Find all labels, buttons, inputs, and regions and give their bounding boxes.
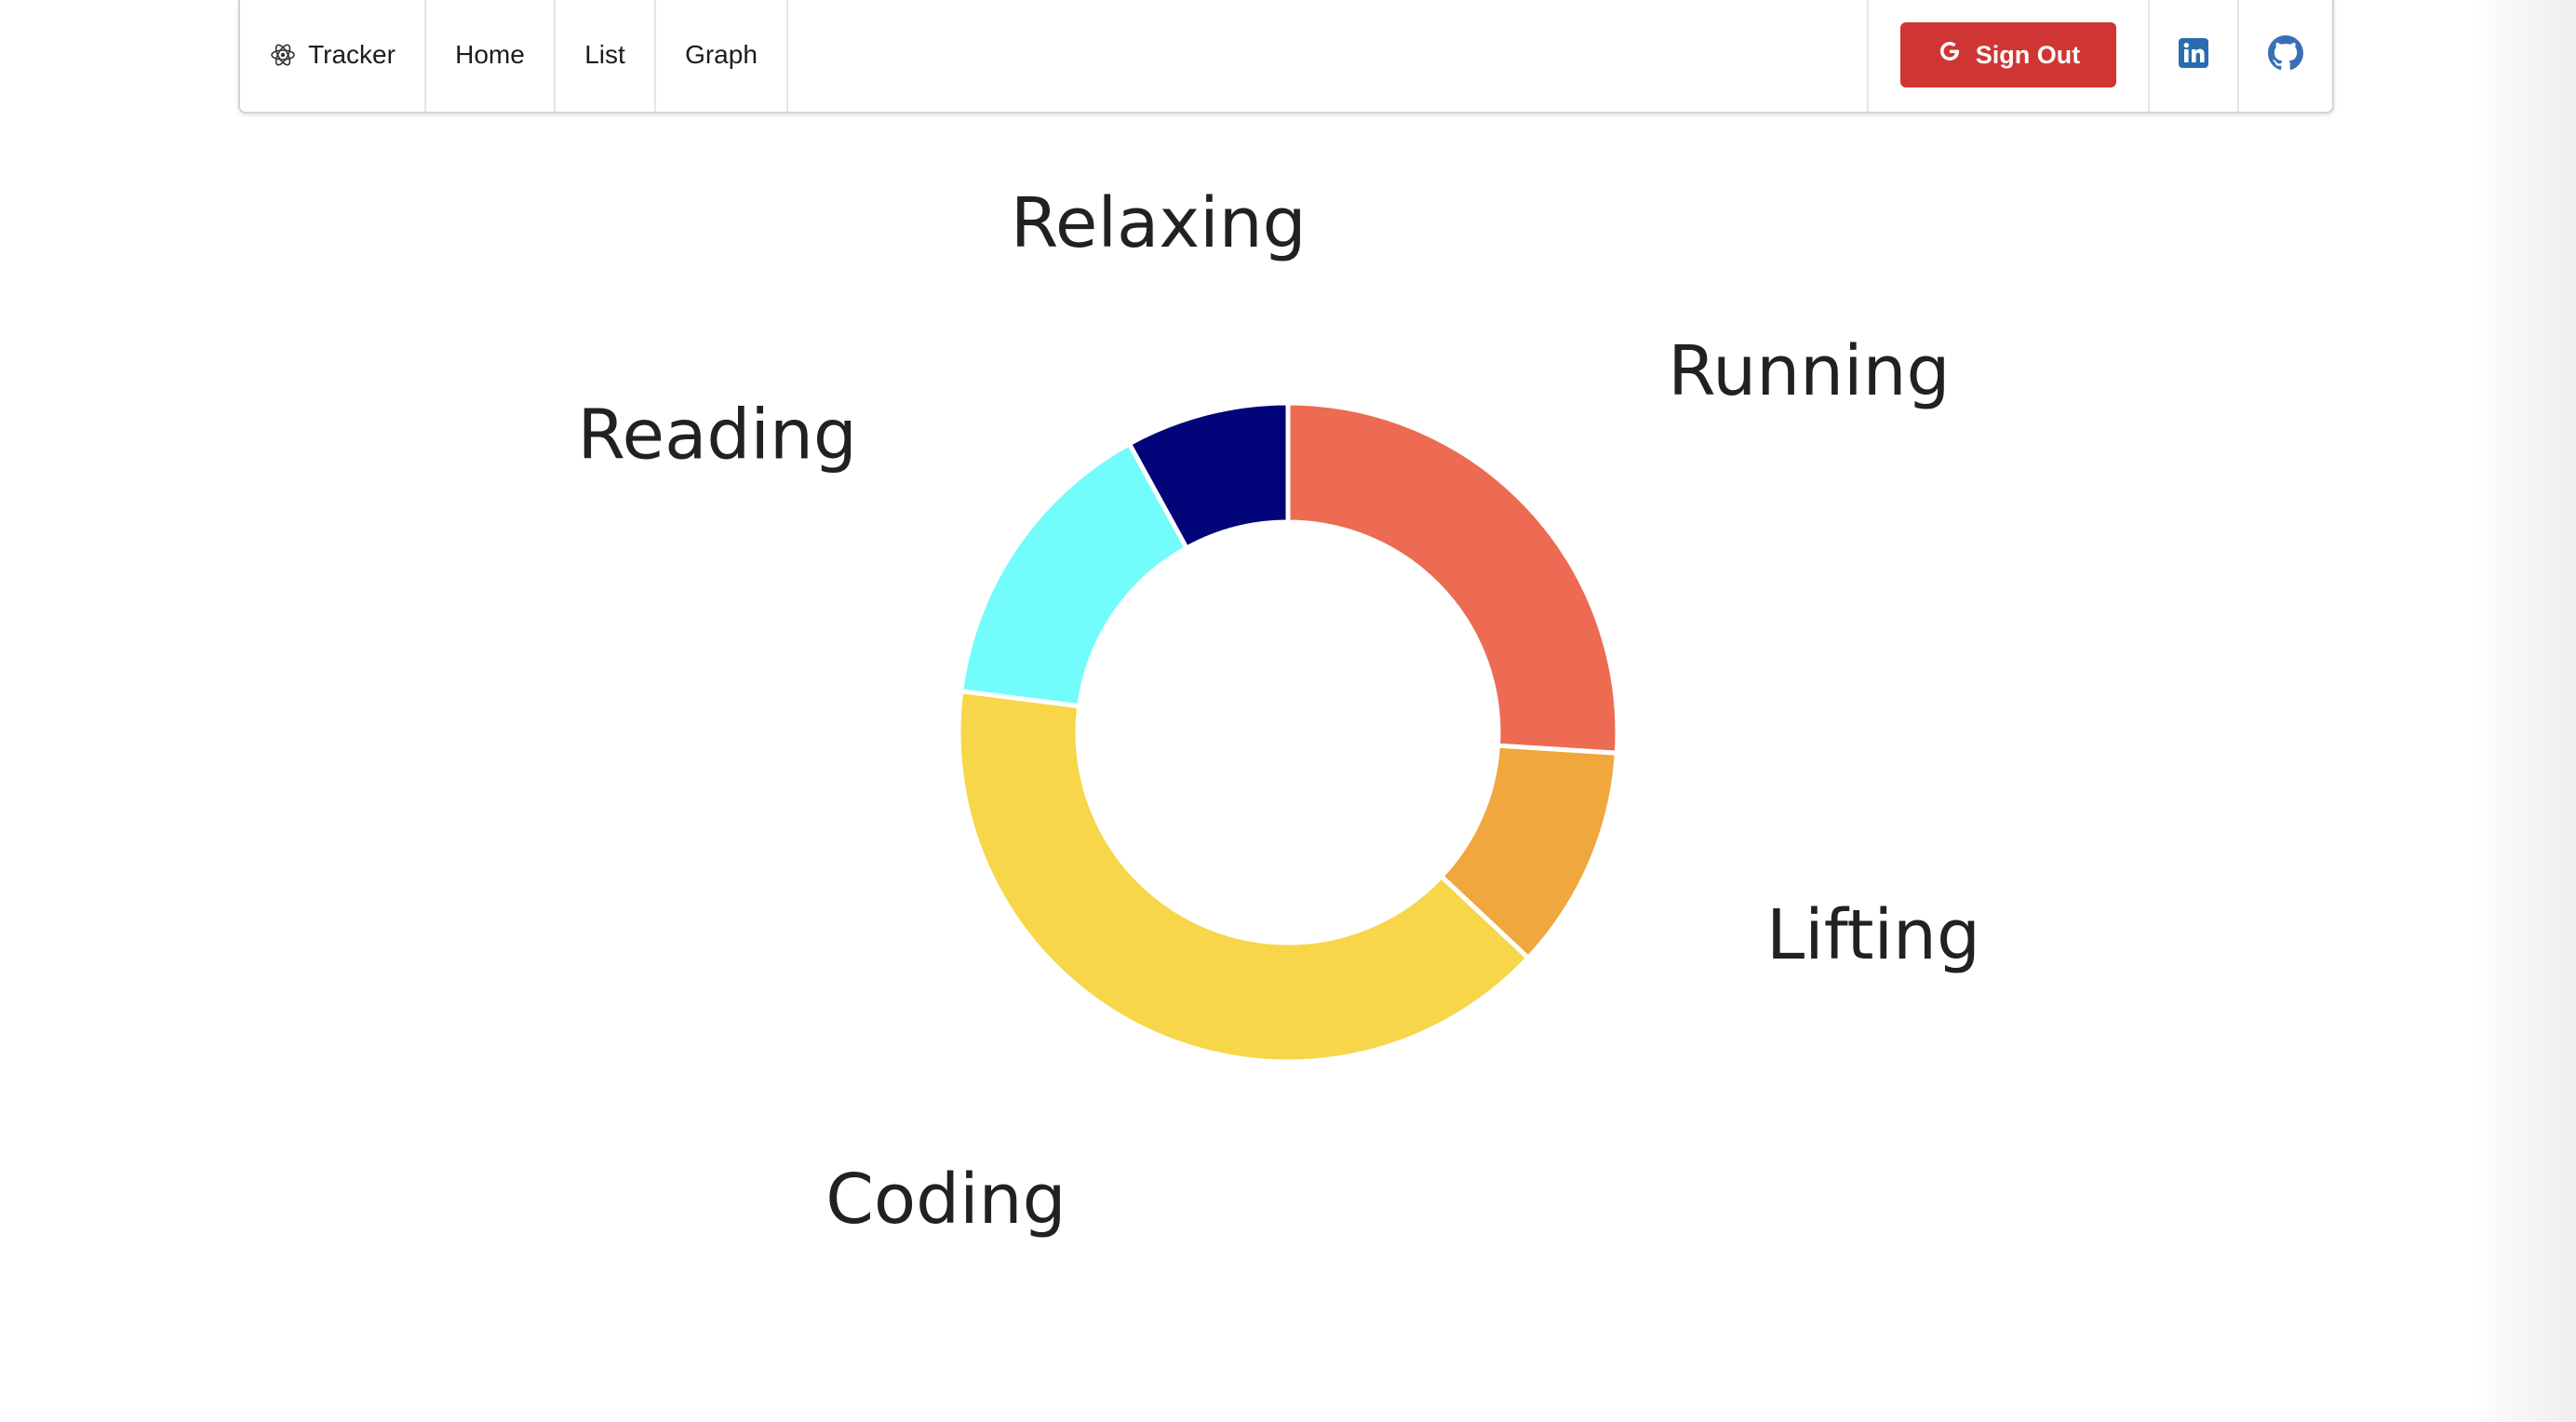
label-running: Running <box>1668 331 1950 411</box>
slice-running[interactable] <box>1285 400 1620 756</box>
label-reading: Reading <box>577 396 856 476</box>
label-relaxing: Relaxing <box>1011 183 1307 263</box>
page: Tracker Home List Graph Sign Out Running… <box>0 0 2576 1422</box>
label-lifting: Lifting <box>1766 895 1980 975</box>
activity-donut-chart: Running Lifting Coding Reading Relaxing <box>577 183 1980 1240</box>
label-coding: Coding <box>825 1160 1066 1240</box>
slice-coding[interactable] <box>956 688 1532 1065</box>
